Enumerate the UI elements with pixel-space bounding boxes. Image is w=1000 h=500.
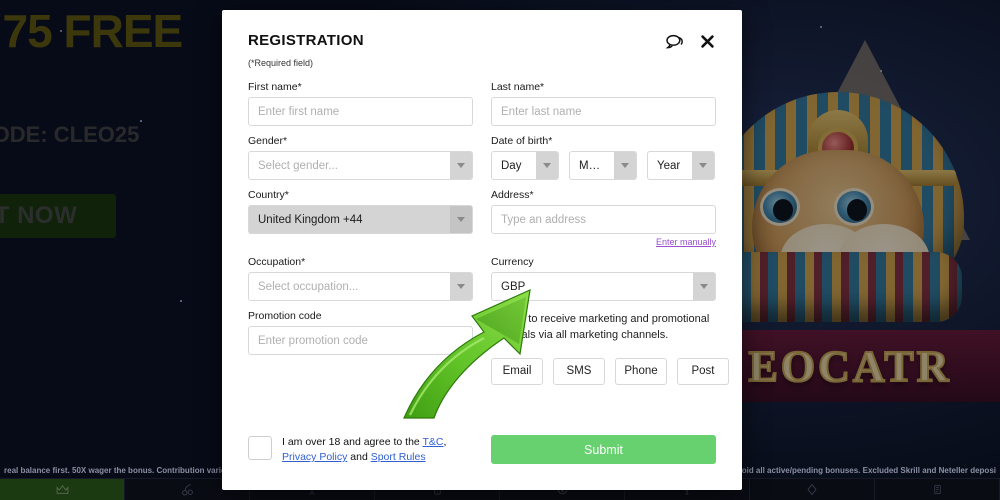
address-label: Address* [491, 189, 534, 201]
marketing-channel-post[interactable]: Post [677, 357, 729, 385]
country-label: Country* [248, 189, 289, 201]
dob-month-select[interactable]: Month [569, 151, 637, 180]
ticker-left-text: real balance first. 50X wager the bonus.… [4, 465, 237, 475]
agreement-comma: , [443, 436, 447, 448]
required-field-note: (*Required field) [248, 58, 314, 68]
page-title: REGISTRATION [248, 32, 364, 49]
privacy-policy-link[interactable]: Privacy Policy [282, 451, 347, 463]
chat-bubble-icon[interactable] [665, 34, 685, 50]
submit-button[interactable]: Submit [491, 435, 716, 464]
eye-right [834, 188, 874, 226]
currency-label: Currency [491, 256, 534, 268]
marketing-channel-phone[interactable]: Phone [615, 357, 667, 385]
marketing-consent-block: I agree to receive marketing and promoti… [491, 310, 729, 385]
currency-select[interactable]: GBP [491, 272, 716, 301]
address-input[interactable] [491, 205, 716, 234]
age-agreement-block: I am over 18 and agree to the T&C, Priva… [248, 435, 473, 465]
date-of-birth-row: Day Month Year [491, 151, 716, 180]
gender-label: Gender* [248, 135, 288, 147]
occupation-select[interactable]: Select occupation... [248, 272, 473, 301]
country-value: United Kingdom +44 [258, 213, 363, 226]
dob-year-select[interactable]: Year [647, 151, 715, 180]
modal-footer: I am over 18 and agree to the T&C, Priva… [248, 435, 716, 465]
dob-month-value: Month [579, 159, 611, 172]
promo-bonus-code: S CODE: CLEO25 [0, 122, 140, 147]
sport-rules-link[interactable]: Sport Rules [371, 451, 426, 463]
first-name-label: First name* [248, 81, 302, 93]
enter-manually-link[interactable]: Enter manually [491, 237, 716, 247]
eye-left [760, 188, 800, 226]
crown-icon [56, 484, 69, 495]
chevron-down-icon [450, 206, 472, 233]
field-currency: Currency GBP [491, 256, 716, 301]
field-occupation: Occupation* Select occupation... [248, 256, 473, 301]
agreement-prefix: I am over 18 and agree to the [282, 436, 423, 448]
gender-select[interactable]: Select gender... [248, 151, 473, 180]
modal-header: REGISTRATION [248, 32, 716, 50]
registration-form: First name* Last name* Gender* Select ge… [248, 81, 729, 394]
chevron-down-icon [693, 273, 715, 300]
country-select[interactable]: United Kingdom +44 [248, 205, 473, 234]
diamond-icon [806, 483, 818, 496]
registration-modal: REGISTRATION (*Required field) First nam… [222, 10, 742, 490]
age-agreement-checkbox[interactable] [248, 436, 272, 460]
ticker-right-text: ts void all active/pending bonuses. Excl… [727, 465, 996, 475]
nav-item-casino[interactable] [0, 479, 125, 500]
nav-item-more[interactable] [875, 479, 1000, 500]
promotion-code-input[interactable] [248, 326, 473, 355]
dob-year-value: Year [657, 159, 681, 172]
promo-subtext: ... [0, 148, 240, 180]
promo-cta-button[interactable]: T NOW [0, 194, 116, 238]
field-first-name: First name* [248, 81, 473, 126]
egyptian-collar [714, 252, 962, 322]
occupation-label: Occupation* [248, 256, 306, 268]
close-icon[interactable] [699, 33, 716, 50]
chevron-down-icon [614, 152, 636, 179]
last-name-label: Last name* [491, 81, 545, 93]
marketing-channel-email[interactable]: Email [491, 357, 543, 385]
age-agreement-text: I am over 18 and agree to the T&C, Priva… [282, 435, 446, 465]
modal-header-actions [665, 33, 716, 50]
nav-item-table-games[interactable] [750, 479, 875, 500]
promo-banner: O 75 FREE S S CODE: CLEO25 ... T NOW [0, 0, 240, 260]
field-gender: Gender* Select gender... [248, 135, 473, 180]
chevron-down-icon [692, 152, 714, 179]
game-logo-text: EOCATR [748, 341, 952, 392]
gender-value: Select gender... [258, 159, 338, 172]
list-icon [932, 483, 943, 496]
first-name-input[interactable] [248, 97, 473, 126]
cherries-icon [181, 483, 194, 496]
agreement-and: and [347, 451, 371, 464]
dob-day-select[interactable]: Day [491, 151, 559, 180]
promo-headline-1: O 75 FREE [0, 5, 183, 57]
marketing-channel-sms[interactable]: SMS [553, 357, 605, 385]
chevron-down-icon [536, 152, 558, 179]
screen: O 75 FREE S S CODE: CLEO25 ... T NOW [0, 0, 1000, 500]
chevron-down-icon [450, 273, 472, 300]
marketing-consent-text: I agree to receive marketing and promoti… [491, 313, 710, 341]
promo-headline-2: S [0, 54, 240, 100]
date-of-birth-label: Date of birth* [491, 135, 553, 147]
promotion-code-label: Promotion code [248, 310, 322, 322]
field-promotion-code: Promotion code [248, 310, 473, 385]
game-logo-band: EOCATR [700, 330, 1000, 402]
occupation-value: Select occupation... [258, 280, 359, 293]
marketing-channel-buttons: Email SMS Phone Post [491, 357, 729, 385]
terms-conditions-link[interactable]: T&C [422, 436, 443, 448]
currency-value: GBP [501, 280, 526, 293]
field-date-of-birth: Date of birth* Day Month Year [491, 135, 716, 180]
slot-game-artwork: EOCATR [700, 0, 1000, 470]
field-country: Country* United Kingdom +44 [248, 189, 473, 247]
last-name-input[interactable] [491, 97, 716, 126]
field-last-name: Last name* [491, 81, 716, 126]
dob-day-value: Day [501, 159, 522, 172]
field-address: Address* Enter manually [491, 189, 716, 247]
chevron-down-icon [450, 152, 472, 179]
